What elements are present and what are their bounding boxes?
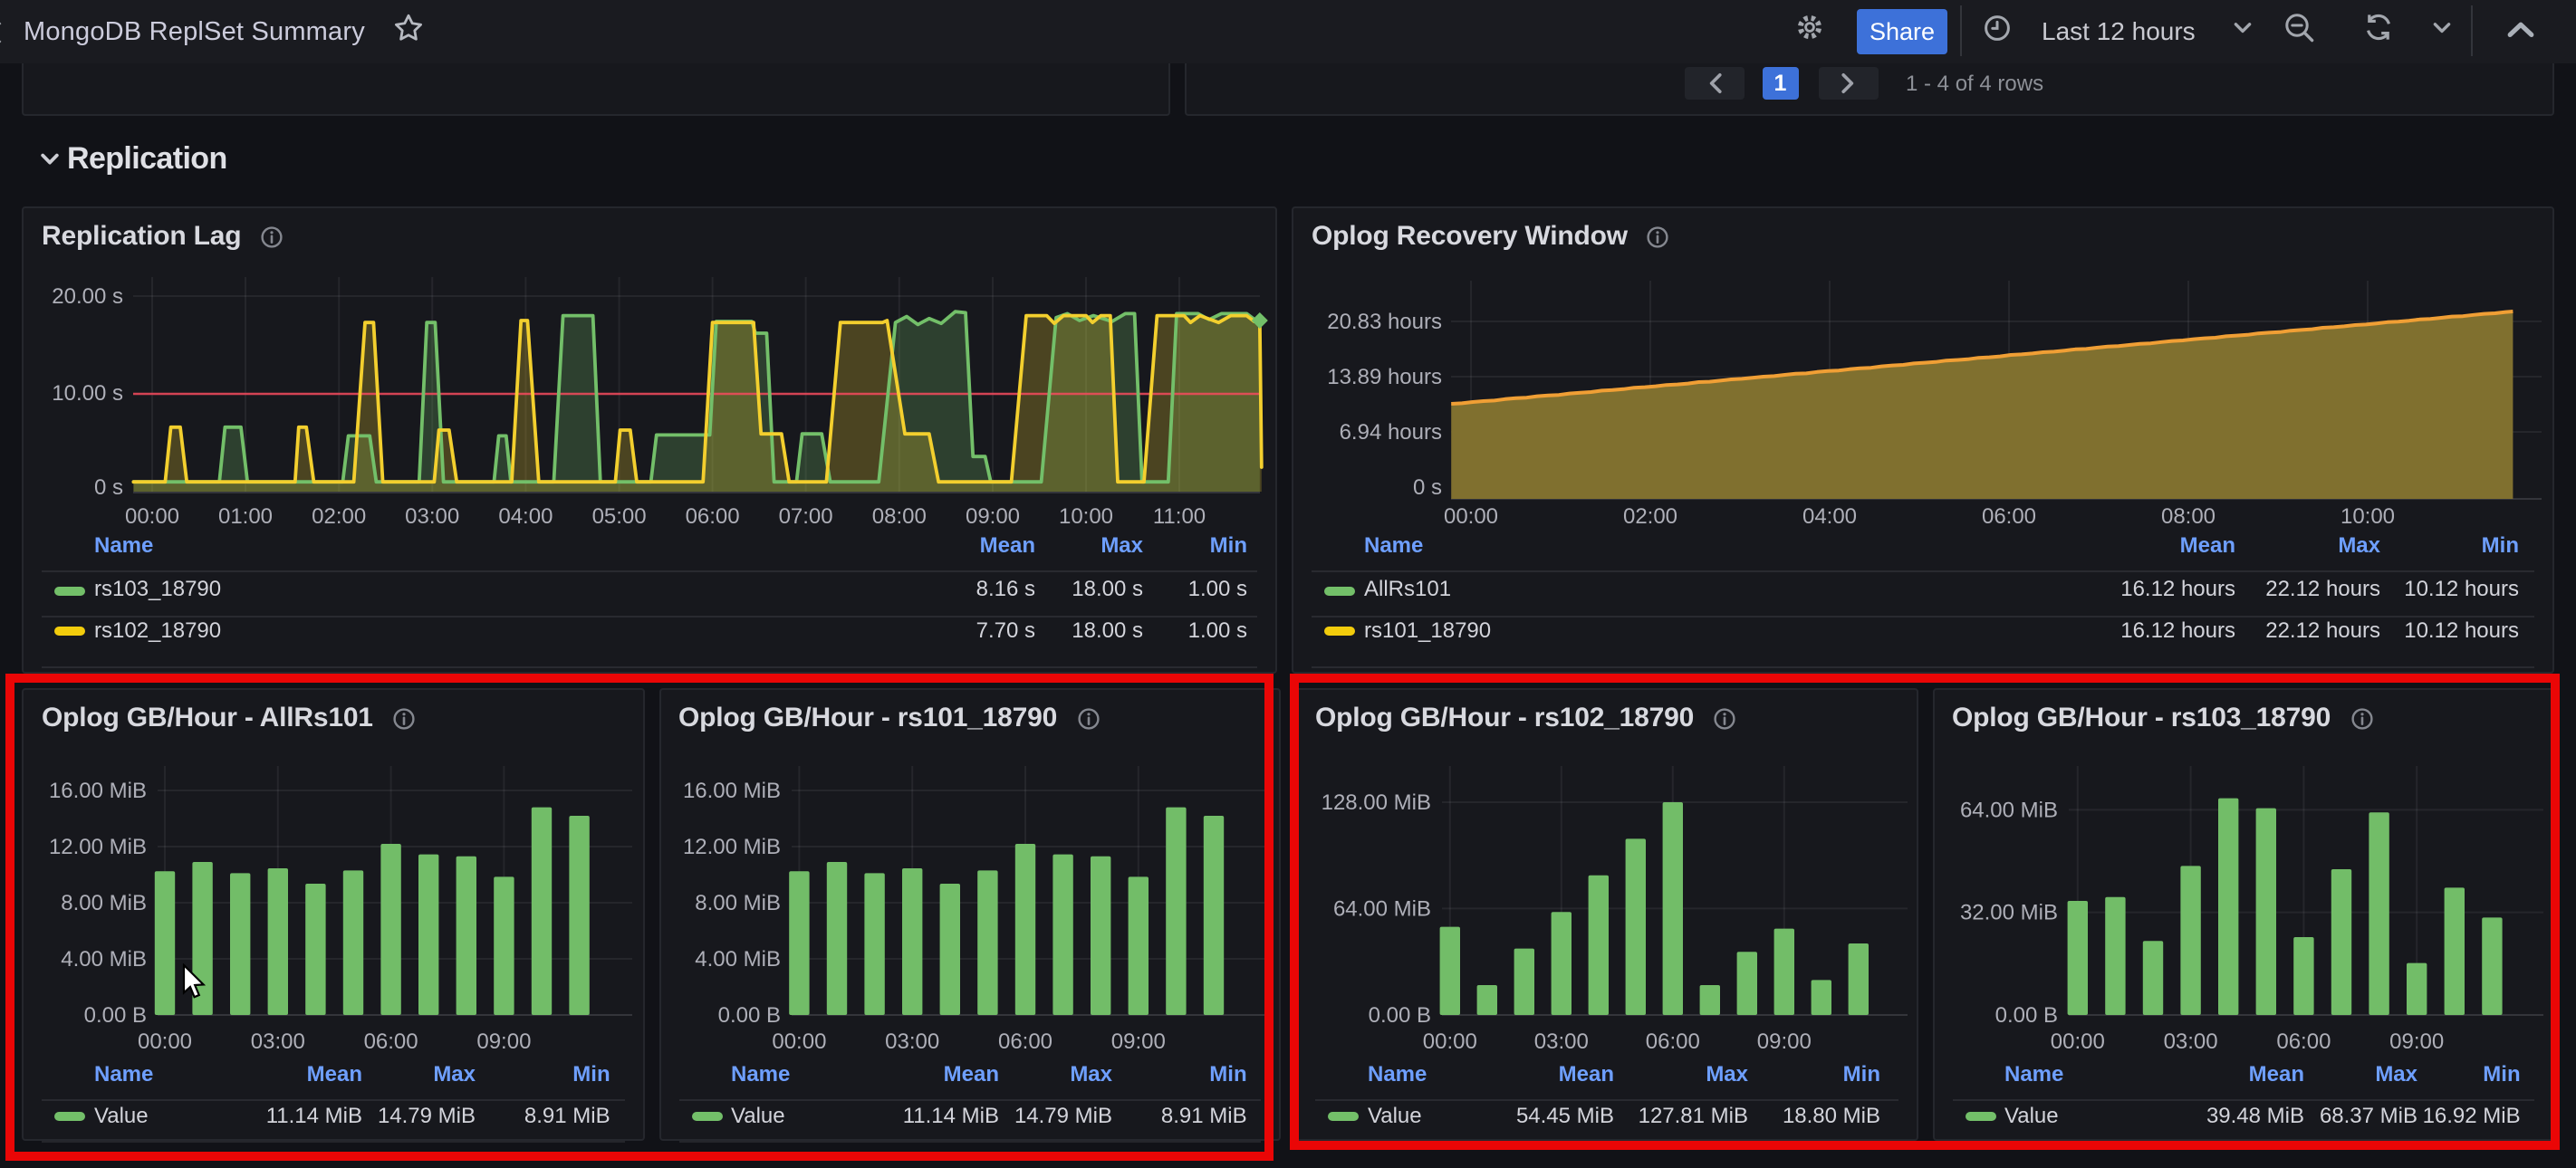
svg-text:08:00: 08:00: [872, 503, 927, 528]
svg-text:10:00: 10:00: [2341, 503, 2395, 528]
svg-text:0 s: 0 s: [1413, 474, 1442, 499]
svg-text:05:00: 05:00: [592, 503, 647, 528]
svg-text:6.94 hours: 6.94 hours: [1340, 419, 1442, 444]
svg-text:00:00: 00:00: [1444, 503, 1498, 528]
svg-text:10:00: 10:00: [1059, 503, 1113, 528]
svg-text:06:00: 06:00: [686, 503, 740, 528]
svg-text:04:00: 04:00: [498, 503, 553, 528]
svg-text:20.83 hours: 20.83 hours: [1327, 309, 1442, 333]
svg-text:04:00: 04:00: [1802, 503, 1857, 528]
svg-text:01:00: 01:00: [218, 503, 273, 528]
svg-text:02:00: 02:00: [1623, 503, 1677, 528]
svg-text:03:00: 03:00: [405, 503, 459, 528]
svg-text:08:00: 08:00: [2161, 503, 2216, 528]
svg-text:10.00 s: 10.00 s: [52, 380, 123, 405]
svg-text:0 s: 0 s: [94, 474, 123, 499]
svg-text:13.89 hours: 13.89 hours: [1327, 364, 1442, 388]
svg-text:09:00: 09:00: [966, 503, 1020, 528]
svg-text:06:00: 06:00: [1982, 503, 2036, 528]
svg-text:07:00: 07:00: [779, 503, 833, 528]
svg-text:11:00: 11:00: [1153, 503, 1206, 528]
svg-text:00:00: 00:00: [125, 503, 179, 528]
svg-text:02:00: 02:00: [312, 503, 366, 528]
svg-text:20.00 s: 20.00 s: [52, 283, 123, 308]
